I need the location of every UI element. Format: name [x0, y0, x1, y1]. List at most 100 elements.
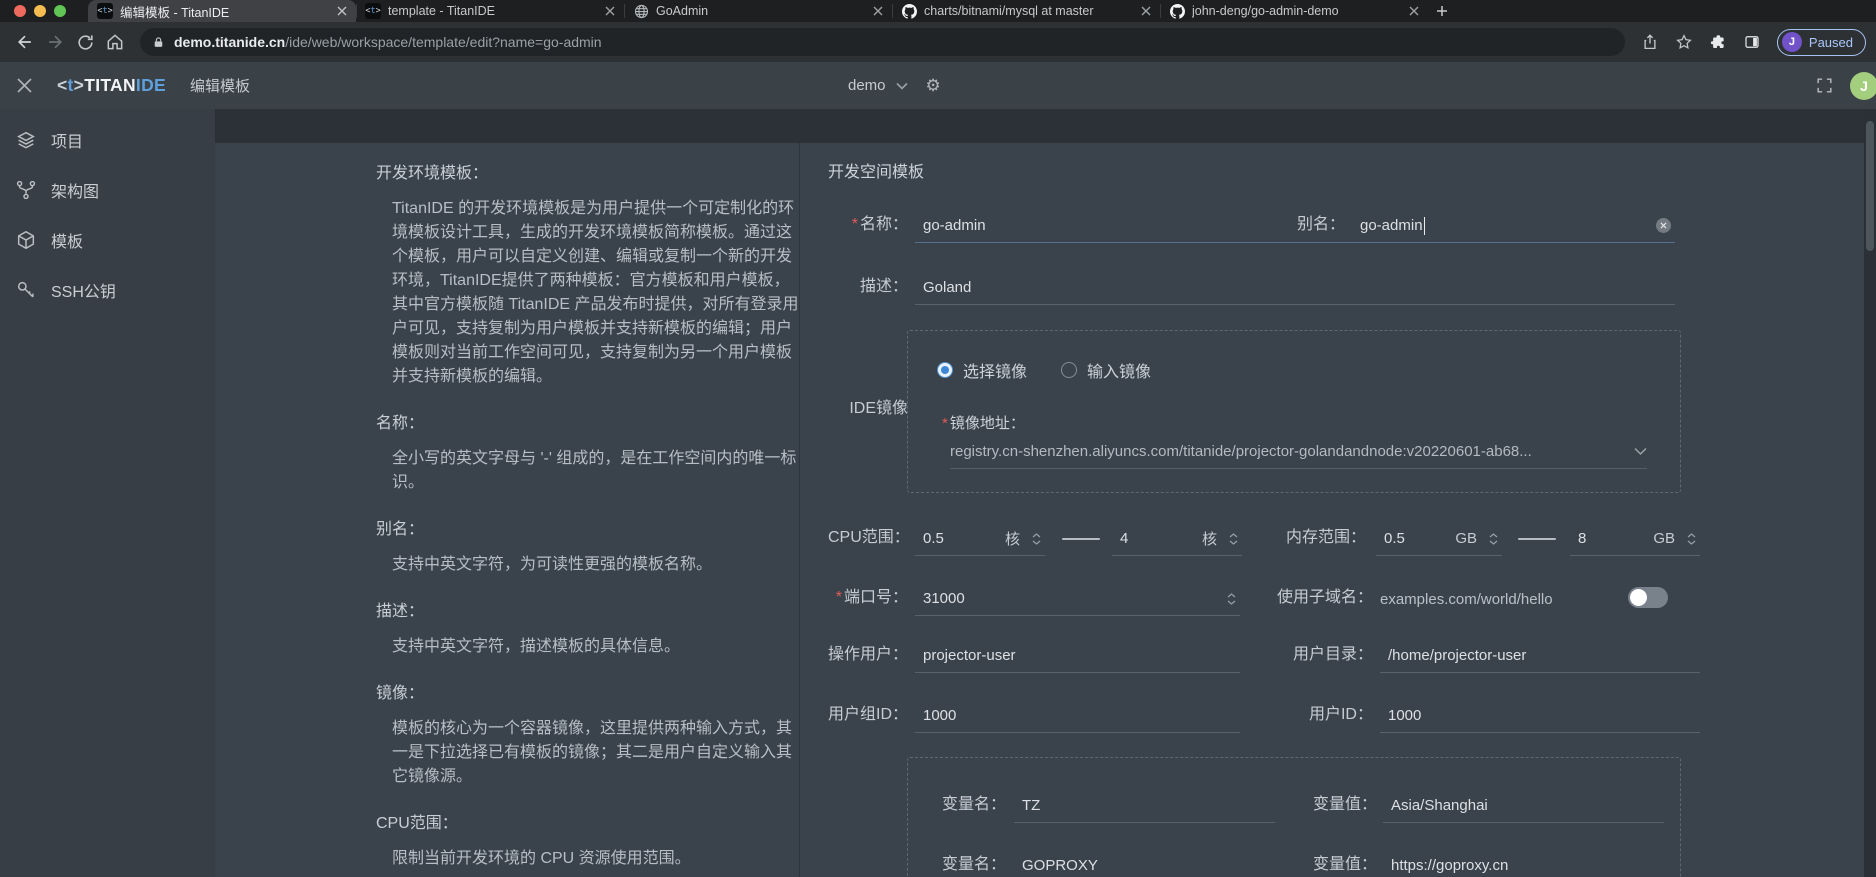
stepper-arrows[interactable]: [1687, 533, 1696, 545]
workspace-select[interactable]: demo: [848, 77, 908, 94]
var-value-input[interactable]: Asia/Shanghai: [1383, 789, 1664, 823]
row-user-dir: 操作用户： projector-user 用户目录： /home/project…: [828, 633, 1728, 673]
user-avatar[interactable]: J: [1850, 72, 1876, 100]
new-tab-button[interactable]: [1428, 0, 1456, 22]
doc-body: 模板的核心为一个容器镜像，这里提供两种输入方式，其一是下拉选择已有模板的镜像；其…: [376, 717, 800, 789]
browser-tab-github-demo[interactable]: john-deng/go-admin-demo: [1160, 0, 1428, 22]
ide-image-label: IDE镜像: [828, 394, 908, 418]
branch-icon: [15, 179, 37, 201]
minimize-window-button[interactable]: [34, 5, 46, 17]
doc-section: 别名： 支持中英文字符，为可读性更强的模板名称。: [376, 519, 800, 577]
sidebar-item-ssh-keys[interactable]: SSH公钥: [0, 265, 215, 315]
zoom-window-button[interactable]: [54, 5, 66, 17]
radio-input-image[interactable]: [1061, 362, 1077, 378]
close-window-button[interactable]: [14, 5, 26, 17]
doc-section: 描述： 支持中英文字符，描述模板的具体信息。: [376, 601, 800, 659]
settings-gear-icon[interactable]: ⚙: [926, 77, 941, 94]
reload-button[interactable]: [70, 27, 100, 57]
cpu-range-label: CPU范围：: [828, 523, 908, 547]
row-port-subdomain: *端口号： 31000 使用子域名： examples.com/world/he…: [828, 576, 1728, 616]
browser-tab-goadmin[interactable]: GoAdmin: [624, 0, 892, 22]
tab-close-icon[interactable]: [1409, 6, 1419, 16]
doc-body: 支持中英文字符，为可读性更强的模板名称。: [376, 553, 800, 577]
close-editor-icon[interactable]: [16, 77, 33, 94]
doc-body: 支持中英文字符，描述模板的具体信息。: [376, 635, 800, 659]
workspace-name: demo: [848, 77, 886, 94]
var-name-input[interactable]: GOPROXY: [1014, 849, 1275, 877]
alias-input[interactable]: go-admin: [1352, 209, 1675, 243]
memory-min-unit: GB: [1455, 530, 1477, 547]
cpu-max-unit: 核: [1202, 528, 1217, 549]
user-dir-label: 用户目录：: [1276, 640, 1373, 664]
port-input[interactable]: 31000: [915, 582, 1240, 616]
subdomain-label: 使用子域名：: [1276, 583, 1373, 607]
browser-tab-edit-template[interactable]: <t> 编辑模板 - TitanIDE: [88, 0, 356, 22]
subdomain-toggle[interactable]: [1628, 587, 1668, 608]
cpu-max-input[interactable]: 4核: [1112, 522, 1242, 556]
forward-button[interactable]: [40, 27, 70, 57]
env-variables-box: 变量名： TZ 变量值： Asia/Shanghai 变量名： GOPROXY …: [907, 757, 1681, 877]
required-asterisk: *: [942, 415, 948, 432]
tab-close-icon[interactable]: [873, 6, 883, 16]
sidebar-item-label: 项目: [51, 128, 83, 152]
radio-select-image[interactable]: [937, 362, 953, 378]
user-id-label: 用户ID：: [1276, 700, 1373, 724]
browser-tab-github-mysql[interactable]: charts/bitnami/mysql at master: [892, 0, 1160, 22]
var-name-input[interactable]: TZ: [1014, 789, 1275, 823]
sidebar-item-templates[interactable]: 模板: [0, 215, 215, 265]
header-right: J: [1815, 62, 1874, 109]
side-panel-icon[interactable]: [1737, 27, 1767, 57]
github-icon: [901, 3, 917, 19]
group-id-input[interactable]: 1000: [915, 699, 1240, 733]
browser-toolbar: demo.titanide.cn/ide/web/workspace/templ…: [0, 22, 1876, 62]
doc-heading: 别名：: [376, 519, 800, 541]
fullscreen-icon[interactable]: [1815, 76, 1834, 95]
sidebar-item-architecture[interactable]: 架构图: [0, 165, 215, 215]
operate-user-input[interactable]: projector-user: [915, 639, 1240, 673]
form-section-title: 开发空间模板: [828, 158, 924, 182]
doc-heading: CPU范围：: [376, 813, 800, 835]
stepper-arrows[interactable]: [1229, 533, 1238, 545]
tab-title: 编辑模板 - TitanIDE: [120, 2, 331, 21]
bookmark-star-icon[interactable]: [1669, 27, 1699, 57]
image-address-select[interactable]: registry.cn-shenzhen.aliyuncs.com/titani…: [950, 435, 1647, 469]
memory-max-unit: GB: [1653, 530, 1675, 547]
cube-icon: [15, 229, 37, 251]
radio-select-image-label[interactable]: 选择镜像: [963, 358, 1027, 382]
browser-tab-template[interactable]: <t> template - TitanIDE: [356, 0, 624, 22]
user-dir-input[interactable]: /home/projector-user: [1380, 639, 1700, 673]
template-form: 开发空间模板 *名称： go-admin 别名： go-admin 描述： Go…: [828, 143, 1728, 877]
clear-field-icon[interactable]: [1656, 218, 1671, 233]
description-input[interactable]: Goland: [915, 271, 1675, 305]
home-button[interactable]: [100, 27, 130, 57]
sidebar-item-projects[interactable]: 项目: [0, 115, 215, 165]
memory-max-input[interactable]: 8GB: [1570, 522, 1700, 556]
stepper-arrows[interactable]: [1227, 593, 1236, 605]
tab-close-icon[interactable]: [605, 6, 615, 16]
user-id-input[interactable]: 1000: [1380, 699, 1700, 733]
description-label: 描述：: [828, 272, 908, 296]
port-label: *端口号：: [828, 583, 908, 607]
scrollbar-thumb[interactable]: [1866, 121, 1874, 251]
extensions-puzzle-icon[interactable]: [1703, 27, 1733, 57]
memory-min-input[interactable]: 0.5GB: [1376, 522, 1502, 556]
group-id-label: 用户组ID：: [828, 700, 908, 724]
layers-icon: [15, 129, 37, 151]
cpu-min-unit: 核: [1005, 528, 1020, 549]
share-icon[interactable]: [1635, 27, 1665, 57]
var-value-input[interactable]: https://goproxy.cn: [1383, 849, 1664, 877]
stepper-arrows[interactable]: [1032, 533, 1041, 545]
doc-heading: 名称：: [376, 413, 800, 435]
tab-close-icon[interactable]: [337, 6, 347, 16]
var-value-label: 变量值：: [1310, 850, 1377, 874]
scrollbar-track[interactable]: [1864, 109, 1876, 877]
cpu-min-input[interactable]: 0.5核: [915, 522, 1045, 556]
radio-input-image-label[interactable]: 输入镜像: [1087, 358, 1151, 382]
text-caret: [1424, 217, 1426, 235]
browser-profile-button[interactable]: J Paused: [1777, 29, 1866, 56]
tab-close-icon[interactable]: [1141, 6, 1151, 16]
row-cpu-memory: CPU范围： 0.5核 4核 内存范围： 0.5GB 8GB: [828, 516, 1728, 556]
back-button[interactable]: [10, 27, 40, 57]
address-bar[interactable]: demo.titanide.cn/ide/web/workspace/templ…: [140, 28, 1625, 56]
stepper-arrows[interactable]: [1489, 533, 1498, 545]
